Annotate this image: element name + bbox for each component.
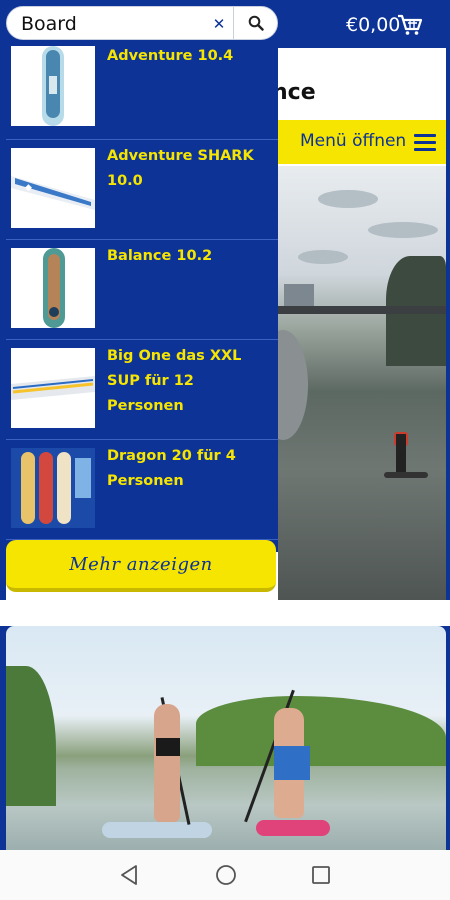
result-item[interactable]: Adventure 10.4 [6,40,278,140]
back-triangle-icon[interactable] [118,863,140,887]
menu-open-button[interactable]: Menü öffnen [278,120,446,164]
result-item[interactable]: Balance 10.2 [6,240,278,340]
search-button[interactable] [233,7,279,39]
show-more-button[interactable]: Mehr anzeigen [6,540,276,592]
hero-image-river [278,166,446,600]
svg-text:◆: ◆ [25,183,32,193]
search-icon [248,15,264,31]
menu-label: Menü öffnen [300,131,407,151]
recents-square-icon[interactable] [310,863,332,887]
cart-icon[interactable] [396,13,424,37]
result-item[interactable]: ◆ Adventure SHARK 10.0 [6,140,278,240]
result-item-name: Adventure SHARK 10.0 [107,148,254,189]
product-thumbnail [11,448,95,528]
result-item-name: Balance 10.2 [107,248,213,264]
system-nav-bar [0,850,450,900]
hero-image-sup-couple [6,626,446,850]
search-results-dropdown: Adventure 10.4 ◆ Adventure SHARK 10.0 Ba… [6,40,278,552]
result-item-name: Adventure 10.4 [107,48,234,64]
page-heading: nce [272,80,316,105]
home-circle-icon[interactable] [214,863,238,887]
product-thumbnail [11,248,95,328]
close-icon[interactable]: ✕ [207,12,231,36]
result-item-name: Big One das XXL SUP für 12 Personen [107,348,242,414]
result-item-name: Dragon 20 für 4 Personen [107,448,236,489]
product-thumbnail [11,348,95,428]
search-input[interactable] [21,11,201,37]
product-thumbnail [11,46,95,126]
product-thumbnail: ◆ [11,148,95,228]
hamburger-icon [414,134,436,152]
result-item[interactable]: Dragon 20 für 4 Personen [6,440,278,540]
page-gap [0,600,450,626]
search-box: ✕ [6,6,278,40]
result-item[interactable]: Big One das XXL SUP für 12 Personen [6,340,278,440]
show-more-label: Mehr anzeigen [69,554,213,575]
cart-total[interactable]: €0,00 [346,14,400,36]
